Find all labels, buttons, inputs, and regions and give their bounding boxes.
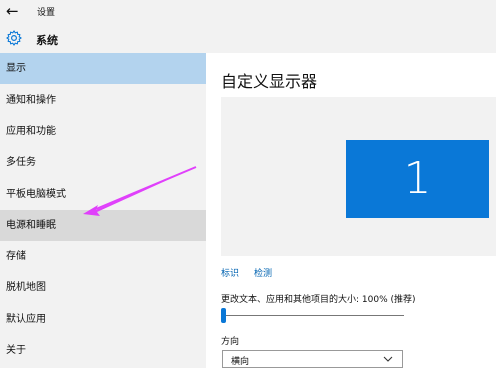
chevron-down-icon: [383, 356, 393, 362]
header: 系统: [0, 25, 496, 53]
sidebar-item-notifications[interactable]: 通知和操作: [0, 85, 206, 116]
window-title: 设置: [37, 8, 56, 18]
page-title: 自定义显示器: [221, 72, 318, 91]
sidebar-item-offline-maps[interactable]: 脱机地图: [0, 272, 206, 303]
sidebar-item-power-sleep[interactable]: 电源和睡眠: [0, 210, 206, 241]
sidebar-item-storage[interactable]: 存储: [0, 241, 206, 272]
monitor-tile[interactable]: 1: [346, 140, 489, 218]
scale-slider-track[interactable]: [223, 315, 404, 316]
scale-label: 更改文本、应用和其他项目的大小: 100% (推荐): [221, 295, 416, 305]
gear-icon: [6, 30, 22, 46]
scale-slider-thumb[interactable]: [221, 308, 226, 323]
sidebar-item-tablet-mode[interactable]: 平板电脑模式: [0, 179, 206, 210]
sidebar-item-apps[interactable]: 应用和功能: [0, 116, 206, 147]
sidebar-item-multitasking[interactable]: 多任务: [0, 147, 206, 178]
sidebar-item-default-apps[interactable]: 默认应用: [0, 304, 206, 335]
title-bar: ← 设置: [0, 0, 496, 25]
detect-link[interactable]: 检测: [254, 266, 272, 279]
back-button[interactable]: ←: [6, 2, 19, 20]
sidebar-item-about[interactable]: 关于: [0, 335, 206, 366]
orientation-label: 方向: [221, 337, 240, 347]
sidebar: 显示 通知和操作 应用和功能 多任务 平板电脑模式 电源和睡眠 存储 脱机地图 …: [0, 53, 206, 368]
sidebar-item-display[interactable]: 显示: [0, 53, 206, 84]
identify-link[interactable]: 标识: [221, 266, 239, 279]
orientation-value: 横向: [231, 357, 250, 367]
orientation-dropdown[interactable]: 横向: [222, 350, 403, 368]
page-section-title: 系统: [36, 34, 58, 47]
